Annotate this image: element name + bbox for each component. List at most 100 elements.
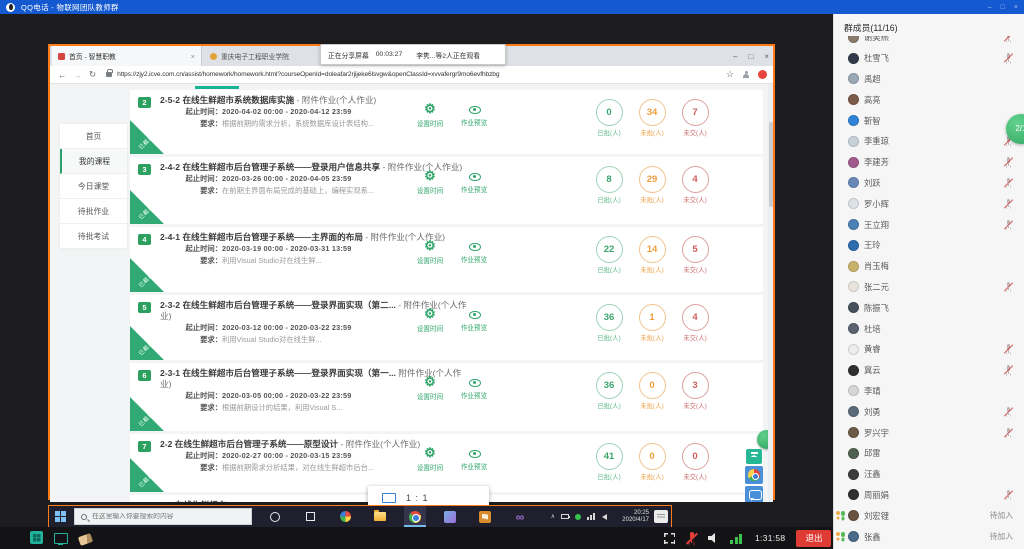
member-row[interactable]: 张鑫待加入 [834,526,1024,547]
maximize-icon[interactable]: □ [1001,4,1005,11]
stat-ungraded[interactable]: 1未批(人) [631,304,673,342]
member-row[interactable]: 黄睿 [834,339,1024,360]
hbuilder-taskbar-button[interactable] [474,506,496,527]
screen-share-icon[interactable] [54,533,68,544]
url-text[interactable]: https://zjy2.icve.com.cn/assist/homework… [117,71,677,78]
sidebar-item-2[interactable]: 我的课程 [60,149,127,174]
set-time-button[interactable]: ⚙设置时间 [410,102,450,128]
member-row[interactable]: 杜雪飞 [834,48,1024,69]
preview-button[interactable]: 作业预览 [454,239,494,264]
qq-icon[interactable] [575,514,581,520]
mixed-reality-taskbar-button[interactable] [439,506,461,527]
member-row[interactable]: 刘跃 [834,173,1024,194]
stat-ungraded[interactable]: 0未批(人) [631,443,673,481]
browser-maximize-icon[interactable]: □ [748,52,753,61]
share-tools-icon[interactable] [30,531,43,544]
browser-close-icon[interactable]: × [764,52,769,61]
member-row[interactable]: 刘宏锂待加入 [834,505,1024,526]
visual-studio-taskbar-button[interactable]: ∞ [509,506,531,527]
stat-ungraded[interactable]: 0未批(人) [631,372,673,410]
exit-call-button[interactable]: 退出 [796,530,831,547]
stat-unsubmitted[interactable]: 3未交(人) [674,372,716,410]
member-row[interactable]: 陈振飞 [834,297,1024,318]
set-time-button[interactable]: ⚙设置时间 [410,375,450,401]
battery-icon[interactable] [561,514,569,519]
microphone-muted-icon[interactable] [686,532,697,545]
member-row[interactable]: 冀云 [834,360,1024,381]
stat-unsubmitted[interactable]: 4未交(人) [674,166,716,204]
stat-graded[interactable]: 22已批(人) [588,236,630,274]
member-row[interactable]: 高亮 [834,89,1024,110]
bookmark-star-icon[interactable]: ☆ [726,69,734,80]
profile-person-icon[interactable] [742,71,750,79]
member-row[interactable]: 李建芳 [834,152,1024,173]
stat-unsubmitted[interactable]: 7未交(人) [674,99,716,137]
fullscreen-icon[interactable] [664,533,675,544]
member-row[interactable]: 周丽娟 [834,485,1024,506]
chat-widget-icon[interactable] [745,486,763,502]
sidebar-item-5[interactable]: 待批考试 [60,224,127,249]
stat-graded[interactable]: 0已批(人) [588,99,630,137]
stat-ungraded[interactable]: 14未批(人) [631,236,673,274]
member-row[interactable]: 禹超 [834,69,1024,90]
browser-tab[interactable]: 首页 - 智慧职教× [52,46,202,66]
stat-graded[interactable]: 36已批(人) [588,304,630,342]
member-row[interactable]: 刘勇 [834,401,1024,422]
stat-graded[interactable]: 36已批(人) [588,372,630,410]
set-time-button[interactable]: ⚙设置时间 [410,446,450,472]
member-row[interactable]: 肖玉梅 [834,256,1024,277]
member-row[interactable]: 汪鑫 [834,464,1024,485]
member-row[interactable]: 邱雷 [834,443,1024,464]
member-row[interactable]: 李重琼 [834,131,1024,152]
member-row[interactable]: 张二元 [834,277,1024,298]
cortana-taskbar-button[interactable] [264,506,286,527]
browser-minimize-icon[interactable]: – [733,52,737,61]
preview-button[interactable]: 作业预览 [454,169,494,194]
network-icon[interactable] [587,513,596,520]
chrome-taskbar-button[interactable] [404,506,426,527]
sidebar-item-3[interactable]: 今日课堂 [60,174,127,199]
tab-close-icon[interactable]: × [191,52,195,61]
refresh-icon[interactable]: ↻ [89,69,96,80]
preview-button[interactable]: 作业预览 [454,102,494,127]
sidebar-item-1[interactable]: 首页 [60,124,127,149]
volume-icon[interactable] [602,514,607,520]
taskbar-search[interactable] [74,508,252,525]
start-button-icon[interactable] [55,511,66,522]
preview-button[interactable]: 作业预览 [454,375,494,400]
member-row[interactable]: 罗兴宇 [834,422,1024,443]
set-time-button[interactable]: ⚙设置时间 [410,169,450,195]
photos-pinwheel-taskbar-button[interactable] [334,506,356,527]
action-center-icon[interactable] [654,510,668,523]
stat-unsubmitted[interactable]: 0未交(人) [674,443,716,481]
stat-graded[interactable]: 41已批(人) [588,443,630,481]
member-row[interactable]: 靳智 [834,110,1024,131]
browser-avatar[interactable] [758,70,767,79]
stat-graded[interactable]: 8已批(人) [588,166,630,204]
sidebar-item-4[interactable]: 待批作业 [60,199,127,224]
stat-unsubmitted[interactable]: 5未交(人) [674,236,716,274]
page-scrollbar[interactable] [768,84,773,502]
chrome-widget-icon[interactable] [745,466,763,484]
taskbar-clock[interactable]: 20:25 2020/4/17 [622,510,649,524]
close-icon[interactable]: × [1014,4,1018,11]
set-time-button[interactable]: ⚙设置时间 [410,307,450,333]
stat-ungraded[interactable]: 34未批(人) [631,99,673,137]
file-explorer-taskbar-button[interactable] [369,506,391,527]
preview-button[interactable]: 作业预览 [454,446,494,471]
member-row[interactable]: 罗小辉 [834,193,1024,214]
back-to-top-button[interactable] [746,449,762,464]
set-time-button[interactable]: ⚙设置时间 [410,239,450,265]
member-row[interactable]: 杜培 [834,318,1024,339]
search-input[interactable] [92,513,242,520]
stat-ungraded[interactable]: 29未批(人) [631,166,673,204]
minimize-icon[interactable]: – [988,4,992,11]
back-icon[interactable]: ← [58,70,67,80]
member-row[interactable]: 王立翔 [834,214,1024,235]
eraser-icon[interactable] [78,533,93,546]
speaker-icon[interactable] [708,533,719,543]
task-view-taskbar-button[interactable] [299,506,321,527]
member-row[interactable]: 李靖 [834,381,1024,402]
member-row[interactable]: 王玲 [834,235,1024,256]
hidden-icons-chevron-icon[interactable]: ∧ [551,513,555,520]
